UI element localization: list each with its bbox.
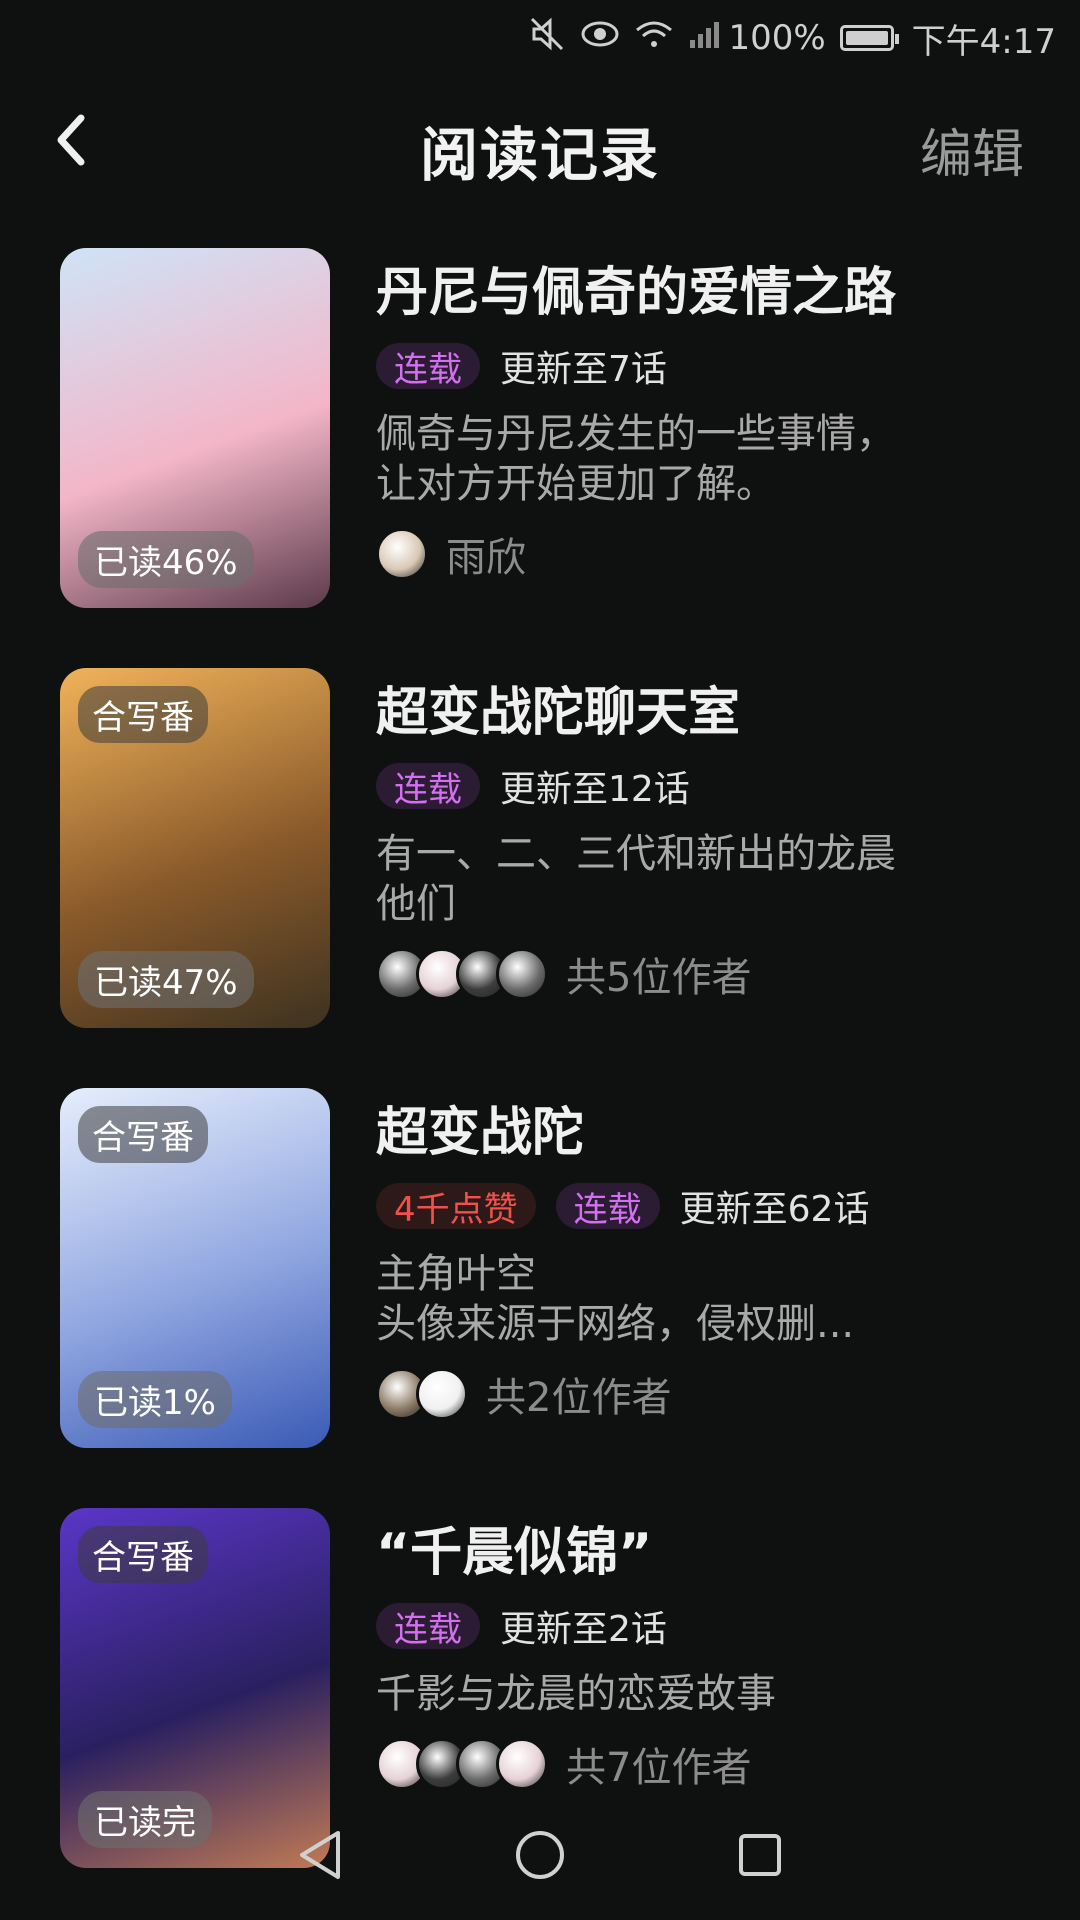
status-badge: 连载 bbox=[376, 1603, 480, 1650]
battery-percent: 100% bbox=[728, 18, 826, 58]
description-line: 有一、二、三代和新出的龙晨 bbox=[376, 831, 896, 877]
read-progress-badge: 已读46% bbox=[78, 531, 254, 588]
cover-image[interactable]: 已读46% bbox=[60, 248, 330, 608]
description-line: 主角叶空 bbox=[376, 1251, 536, 1297]
signal-icon bbox=[688, 18, 722, 59]
item-title: 超变战陀聊天室 bbox=[376, 683, 741, 743]
description-line: 头像来源于网络，侵权删... bbox=[376, 1301, 855, 1347]
author-avatar bbox=[496, 948, 548, 1000]
item-meta: 连载 更新至7话 bbox=[376, 341, 1040, 391]
item-description: 佩奇与丹尼发生的一些事情， 让对方开始更加了解。 bbox=[376, 409, 1006, 509]
likes-badge: 4千点赞 bbox=[376, 1183, 536, 1230]
read-progress-badge: 已读1% bbox=[78, 1371, 232, 1428]
author-avatar bbox=[496, 1738, 548, 1790]
eye-icon bbox=[580, 18, 620, 58]
author-label: 共2位作者 bbox=[486, 1375, 672, 1421]
reading-history-screen: 100% 下午4:17 阅读记录 编辑 已读46% 丹尼与佩奇的爱情之路 连载 … bbox=[0, 0, 1080, 1920]
author-avatar bbox=[376, 528, 428, 580]
item-meta: 4千点赞 连载 更新至62话 bbox=[376, 1181, 1040, 1231]
page-title: 阅读记录 bbox=[419, 121, 660, 189]
status-bar: 100% 下午4:17 bbox=[0, 0, 1080, 76]
author-label: 雨欣 bbox=[446, 535, 526, 581]
item-meta: 连载 更新至12话 bbox=[376, 761, 1040, 811]
history-item[interactable]: 合写番已读1% 超变战陀 4千点赞 连载 更新至62话 主角叶空 头像来源于网络，侵… bbox=[0, 1088, 1080, 1508]
description-line: 佩奇与丹尼发生的一些事情， bbox=[376, 411, 896, 457]
nav-recents-button[interactable] bbox=[730, 1825, 790, 1885]
item-description: 有一、二、三代和新出的龙晨 他们 bbox=[376, 829, 1006, 929]
mute-icon bbox=[530, 17, 566, 60]
item-title: “千晨似锦” bbox=[376, 1523, 653, 1583]
description-line: 让对方开始更加了解。 bbox=[376, 461, 776, 507]
collab-tag: 合写番 bbox=[78, 686, 208, 743]
update-text: 更新至12话 bbox=[500, 769, 690, 810]
nav-back-button[interactable] bbox=[290, 1825, 350, 1885]
description-line: 千影与龙晨的恋爱故事 bbox=[376, 1671, 776, 1717]
recents-square-icon bbox=[739, 1834, 781, 1876]
cover-image[interactable]: 合写番已读47% bbox=[60, 668, 330, 1028]
item-info: 丹尼与佩奇的爱情之路 连载 更新至7话 佩奇与丹尼发生的一些事情， 让对方开始更加… bbox=[376, 248, 1040, 583]
status-badge: 连载 bbox=[376, 763, 480, 810]
item-meta: 连载 更新至2话 bbox=[376, 1601, 1040, 1651]
reading-history-list: 已读46% 丹尼与佩奇的爱情之路 连载 更新至7话 佩奇与丹尼发生的一些事情，让… bbox=[0, 248, 1080, 1920]
item-title: 丹尼与佩奇的爱情之路 bbox=[376, 263, 897, 323]
author-row[interactable]: 共2位作者 bbox=[376, 1365, 1040, 1423]
system-navigation-bar bbox=[0, 1790, 1080, 1920]
header: 阅读记录 编辑 bbox=[0, 90, 1080, 190]
battery-icon bbox=[839, 25, 899, 51]
collab-tag: 合写番 bbox=[78, 1106, 208, 1163]
description-line: 他们 bbox=[376, 881, 456, 927]
history-item[interactable]: 已读46% 丹尼与佩奇的爱情之路 连载 更新至7话 佩奇与丹尼发生的一些事情，让… bbox=[0, 248, 1080, 668]
collab-tag: 合写番 bbox=[78, 1526, 208, 1583]
read-progress-badge: 已读47% bbox=[78, 951, 254, 1008]
back-triangle-icon bbox=[300, 1831, 340, 1879]
clock: 下午4:17 bbox=[911, 21, 1056, 62]
author-label: 共5位作者 bbox=[566, 955, 752, 1001]
author-label: 共7位作者 bbox=[566, 1745, 752, 1791]
home-circle-icon bbox=[516, 1831, 564, 1879]
item-description: 主角叶空 头像来源于网络，侵权删... bbox=[376, 1249, 1006, 1349]
cover-image[interactable]: 合写番已读1% bbox=[60, 1088, 330, 1448]
item-info: 超变战陀 4千点赞 连载 更新至62话 主角叶空 头像来源于网络，侵权删... 共2… bbox=[376, 1088, 1040, 1423]
nav-home-button[interactable] bbox=[510, 1825, 570, 1885]
author-row[interactable]: 共5位作者 bbox=[376, 945, 1040, 1003]
status-badge: 连载 bbox=[555, 1183, 660, 1230]
item-info: “千晨似锦” 连载 更新至2话 千影与龙晨的恋爱故事 共7位作者 bbox=[376, 1508, 1040, 1793]
wifi-icon bbox=[634, 18, 674, 59]
edit-button[interactable]: 编辑 bbox=[920, 112, 1024, 187]
author-avatar bbox=[416, 1368, 468, 1420]
update-text: 更新至62话 bbox=[679, 1189, 870, 1230]
item-description: 千影与龙晨的恋爱故事 bbox=[376, 1669, 1006, 1719]
item-info: 超变战陀聊天室 连载 更新至12话 有一、二、三代和新出的龙晨 他们 共5位作者 bbox=[376, 668, 1040, 1003]
item-title: 超变战陀 bbox=[376, 1103, 585, 1163]
update-text: 更新至2话 bbox=[500, 1609, 667, 1650]
author-row[interactable]: 雨欣 bbox=[376, 525, 1040, 583]
author-row[interactable]: 共7位作者 bbox=[376, 1735, 1040, 1793]
update-text: 更新至7话 bbox=[500, 349, 667, 390]
history-item[interactable]: 合写番已读47% 超变战陀聊天室 连载 更新至12话 有一、二、三代和新出的龙晨… bbox=[0, 668, 1080, 1088]
status-badge: 连载 bbox=[376, 343, 480, 390]
